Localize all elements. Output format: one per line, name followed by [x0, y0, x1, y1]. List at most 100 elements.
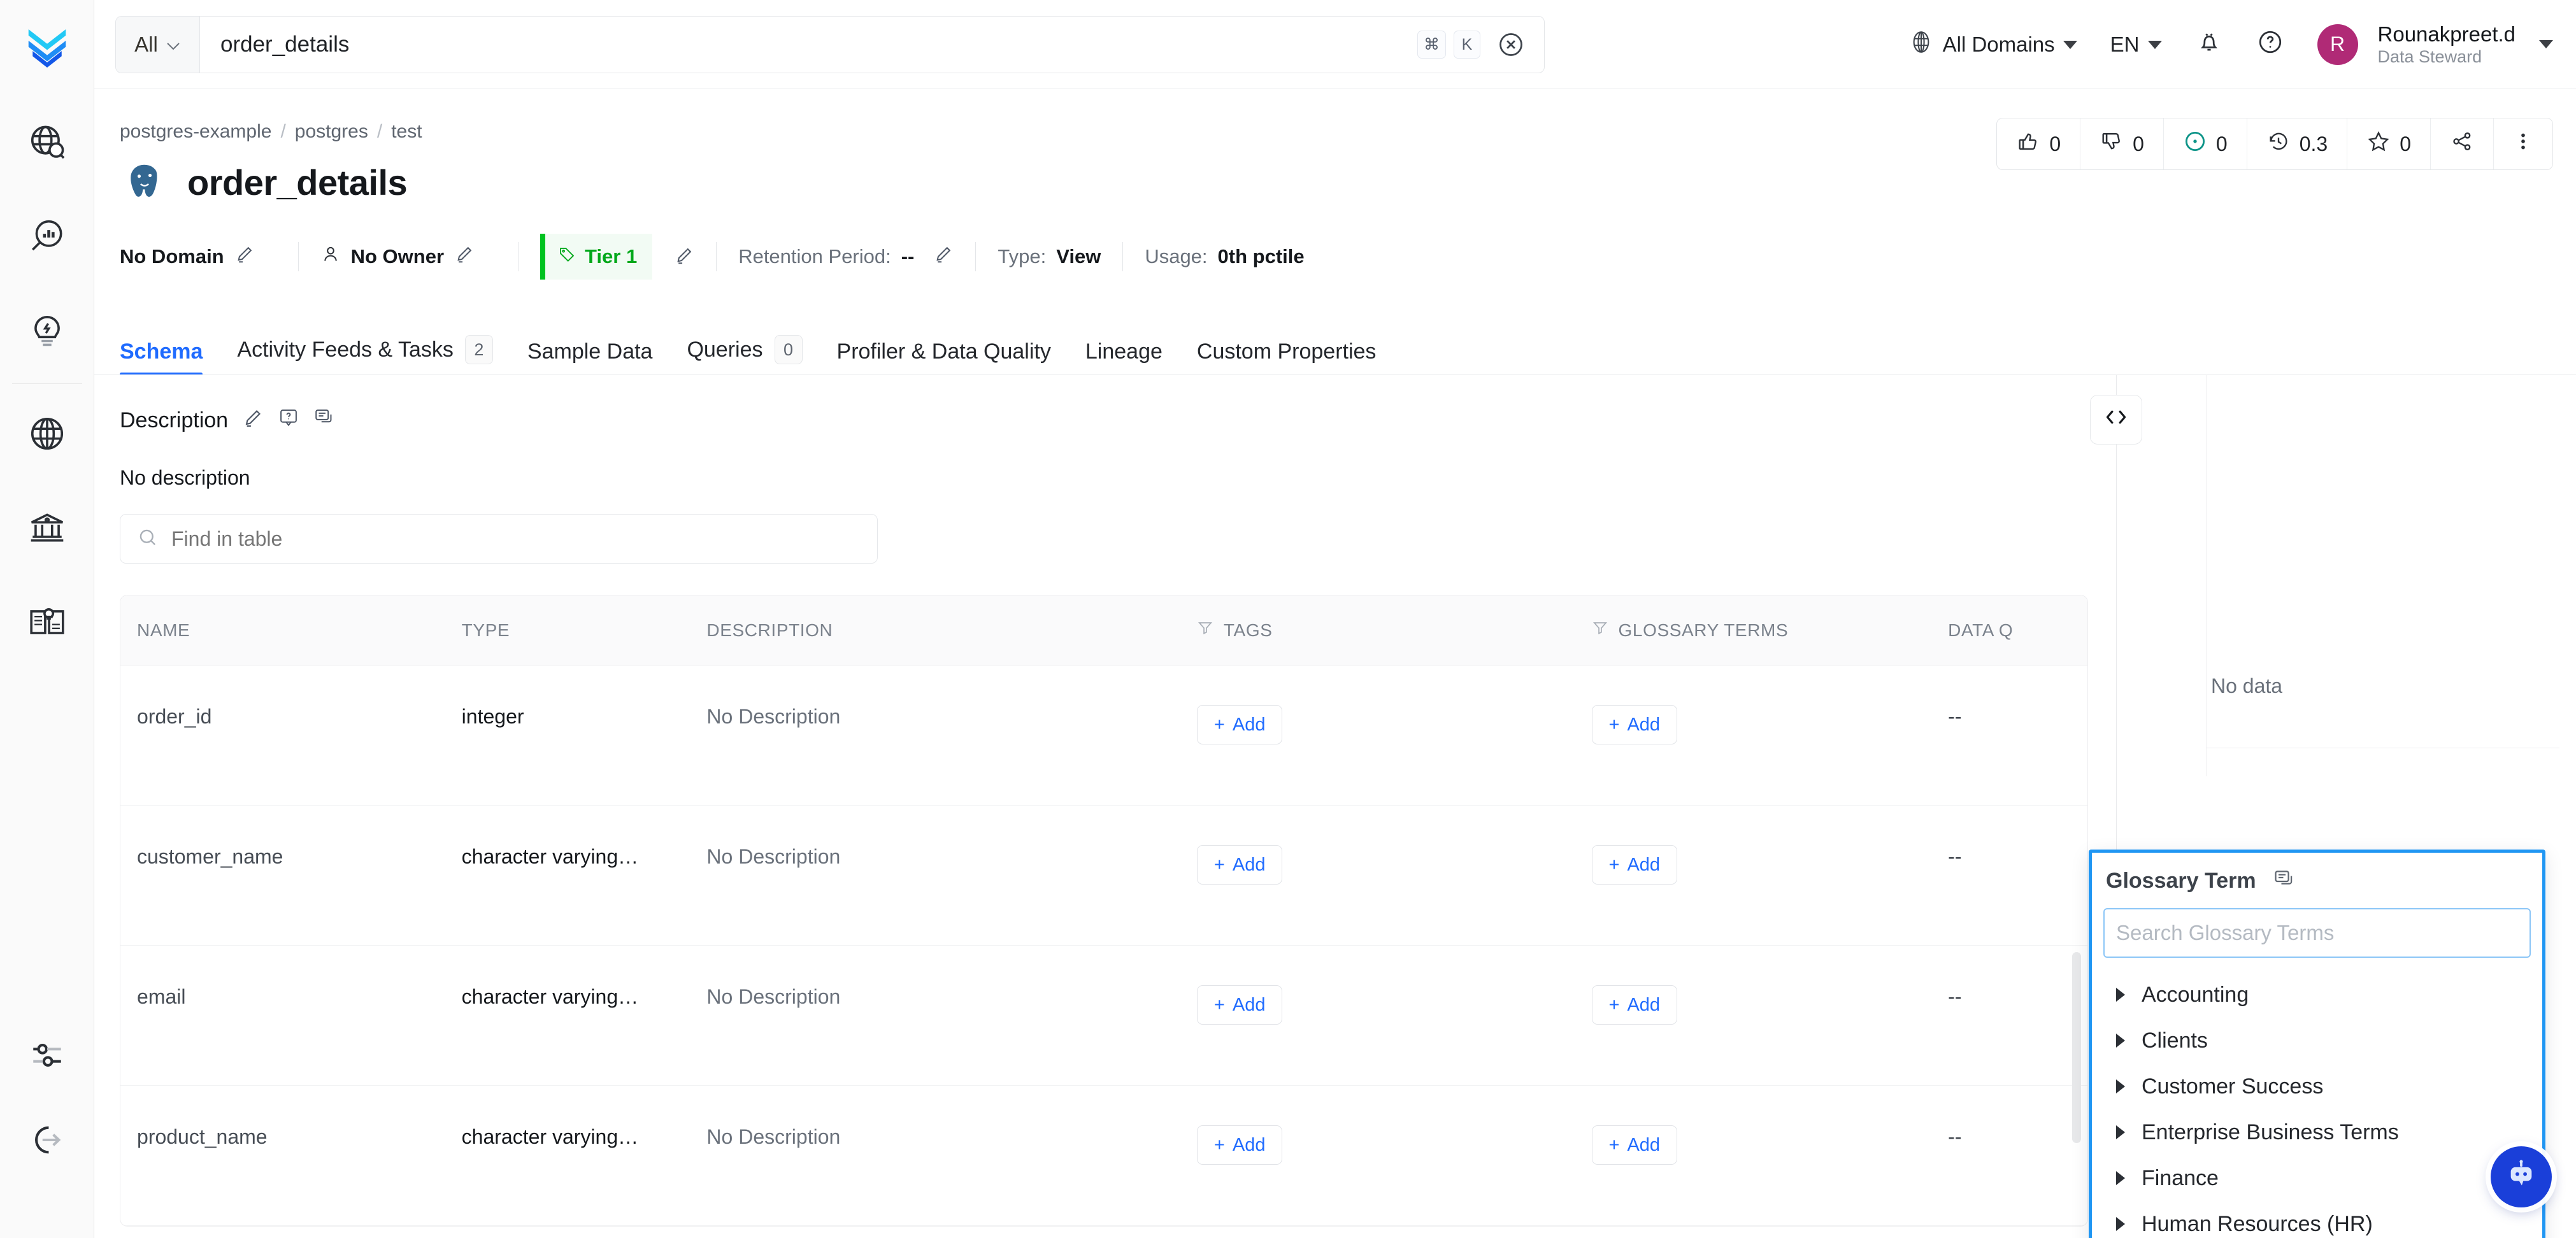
- table-row[interactable]: email character varying… No Description …: [120, 946, 2087, 1086]
- filter-icon[interactable]: [1592, 620, 1608, 641]
- user-menu[interactable]: R Rounakpreet.d Data Steward: [2301, 22, 2553, 67]
- find-in-table-box[interactable]: [120, 514, 878, 564]
- sidebar-item-settings[interactable]: [29, 1037, 66, 1077]
- sidebar-item-insights[interactable]: [12, 191, 82, 285]
- share-icon: [2450, 129, 2474, 159]
- table-row[interactable]: customer_name character varying… No Desc…: [120, 806, 2087, 946]
- pencil-icon[interactable]: [234, 244, 255, 269]
- chevron-right-icon[interactable]: [2116, 1171, 2125, 1185]
- domain-field[interactable]: No Domain: [120, 244, 276, 269]
- glossary-term-accounting[interactable]: Accounting: [2103, 972, 2531, 1018]
- chevron-right-icon[interactable]: [2116, 1034, 2125, 1048]
- add-tag-button[interactable]: + Add: [1197, 1125, 1283, 1165]
- glossary-search-box[interactable]: [2103, 908, 2531, 958]
- tab-lineage[interactable]: Lineage: [1085, 339, 1163, 376]
- add-glossary-term-button[interactable]: + Add: [1592, 1125, 1678, 1165]
- app-logo[interactable]: [15, 14, 79, 78]
- chevron-right-icon[interactable]: [2116, 988, 2125, 1002]
- sidebar-item-quality[interactable]: [12, 285, 82, 380]
- tab-queries[interactable]: Queries 0: [687, 335, 802, 376]
- find-in-table-input[interactable]: [171, 527, 861, 551]
- search-scope-select[interactable]: All: [116, 17, 200, 73]
- code-panel-toggle-button[interactable]: [2090, 395, 2142, 445]
- column-header-tags[interactable]: TAGS: [1180, 620, 1575, 641]
- description-header: Description: [120, 407, 335, 434]
- tab-custom-properties[interactable]: Custom Properties: [1197, 339, 1377, 376]
- pencil-icon[interactable]: [454, 244, 475, 269]
- thumbs-up-button[interactable]: 0: [1997, 118, 2080, 169]
- owner-field[interactable]: No Owner: [320, 244, 496, 269]
- comment-icon[interactable]: [313, 407, 335, 434]
- glossary-term-enterprise-business-terms[interactable]: Enterprise Business Terms: [2103, 1109, 2531, 1155]
- sidebar-item-explore[interactable]: [12, 97, 82, 191]
- glossary-term-customer-success[interactable]: Customer Success: [2103, 1064, 2531, 1109]
- notifications-button[interactable]: [2179, 28, 2240, 61]
- language-selector[interactable]: EN: [2094, 32, 2179, 57]
- chevron-right-icon[interactable]: [2116, 1125, 2125, 1139]
- tab-schema[interactable]: Schema: [120, 339, 203, 376]
- breadcrumb-item-0[interactable]: postgres-example: [120, 121, 271, 143]
- glossary-term-clients[interactable]: Clients: [2103, 1018, 2531, 1064]
- tier-badge[interactable]: Tier 1: [540, 234, 652, 280]
- search-input[interactable]: [200, 32, 1417, 57]
- comment-lines-icon[interactable]: [2273, 868, 2296, 894]
- cell-data-quality: --: [1931, 1125, 2087, 1149]
- version-button[interactable]: 0.3: [2247, 118, 2347, 169]
- pencil-icon[interactable]: [242, 407, 264, 434]
- add-glossary-term-button[interactable]: + Add: [1592, 845, 1678, 885]
- table-vertical-scrollbar[interactable]: [2072, 952, 2081, 1143]
- follow-button[interactable]: 0: [2347, 118, 2431, 169]
- glossary-term-human-resources[interactable]: Human Resources (HR): [2103, 1201, 2531, 1238]
- add-label: Add: [1627, 1135, 1660, 1156]
- popover-header: Glossary Term: [2092, 853, 2542, 894]
- plus-icon: +: [1609, 995, 1620, 1016]
- column-header-type[interactable]: TYPE: [445, 620, 691, 641]
- thumbs-down-button[interactable]: 0: [2080, 118, 2164, 169]
- domain-selector-label: All Domains: [1943, 32, 2055, 57]
- column-header-data-quality[interactable]: DATA Q: [1931, 620, 2087, 641]
- tab-sample-data[interactable]: Sample Data: [527, 339, 653, 376]
- plus-icon: +: [1609, 715, 1620, 736]
- right-panel-empty-state: No data: [2211, 674, 2282, 698]
- table-row[interactable]: order_id integer No Description + Add + …: [120, 665, 2087, 806]
- sidebar-item-govern[interactable]: [12, 482, 82, 576]
- column-header-glossary-terms[interactable]: GLOSSARY TERMS: [1575, 620, 1932, 641]
- tab-activity-feeds-tasks[interactable]: Activity Feeds & Tasks 2: [237, 335, 493, 376]
- add-tag-button[interactable]: + Add: [1197, 985, 1283, 1025]
- column-header-name[interactable]: NAME: [120, 620, 445, 641]
- user-icon: [320, 244, 341, 269]
- request-description-icon[interactable]: [278, 407, 299, 434]
- sidebar-item-logout[interactable]: [29, 1121, 66, 1162]
- thumbs-up-icon: [2016, 129, 2040, 159]
- table-row[interactable]: product_name character varying… No Descr…: [120, 1086, 2087, 1226]
- help-button[interactable]: [2240, 28, 2301, 61]
- chevron-down-icon: [2148, 41, 2162, 49]
- retention-field[interactable]: Retention Period: --: [738, 244, 975, 269]
- clear-search-icon[interactable]: [1497, 31, 1525, 59]
- data-quality-button[interactable]: 0: [2164, 118, 2247, 169]
- sidebar-item-glossary[interactable]: [12, 576, 82, 671]
- add-glossary-term-button[interactable]: + Add: [1592, 985, 1678, 1025]
- pencil-icon[interactable]: [933, 244, 954, 269]
- add-glossary-term-button[interactable]: + Add: [1592, 705, 1678, 744]
- add-tag-button[interactable]: + Add: [1197, 845, 1283, 885]
- share-button[interactable]: [2431, 118, 2494, 169]
- breadcrumb-item-2[interactable]: test: [391, 121, 422, 143]
- tab-profiler-data-quality[interactable]: Profiler & Data Quality: [837, 339, 1051, 376]
- add-tag-button[interactable]: + Add: [1197, 705, 1283, 744]
- search-icon: [137, 527, 159, 551]
- more-options-button[interactable]: [2494, 118, 2552, 169]
- breadcrumb-item-1[interactable]: postgres: [295, 121, 368, 143]
- glossary-search-input[interactable]: [2116, 921, 2518, 945]
- global-search-bar[interactable]: All ⌘ K: [115, 16, 1545, 73]
- column-header-description[interactable]: DESCRIPTION: [690, 620, 1180, 641]
- chatbot-button[interactable]: [2491, 1146, 2552, 1207]
- chevron-right-icon[interactable]: [2116, 1079, 2125, 1093]
- glossary-term-finance[interactable]: Finance: [2103, 1155, 2531, 1201]
- domain-selector[interactable]: All Domains: [1891, 29, 2094, 60]
- chevron-right-icon[interactable]: [2116, 1217, 2125, 1231]
- glossary-term-popover: Glossary Term Accounting: [2089, 850, 2545, 1238]
- sidebar-item-domains[interactable]: [12, 388, 82, 482]
- filter-icon[interactable]: [1197, 620, 1213, 641]
- pencil-icon[interactable]: [674, 245, 694, 269]
